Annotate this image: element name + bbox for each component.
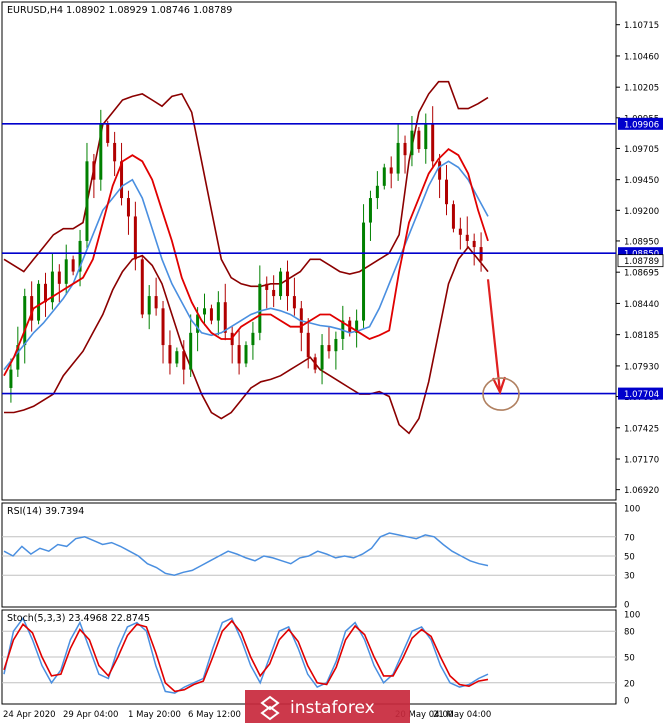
candle-body <box>23 296 27 346</box>
candle-body <box>375 185 379 199</box>
y-tick-label: 1.09705 <box>624 145 659 155</box>
x-tick-label: 29 Apr 04:00 <box>63 710 118 720</box>
candle-body <box>417 130 421 150</box>
rsi-tick-label: 50 <box>624 553 635 563</box>
y-tick-label: 1.09450 <box>624 176 659 186</box>
candle-body <box>472 240 476 248</box>
candle-body <box>216 302 220 321</box>
candle-body <box>403 142 407 156</box>
y-tick-label: 1.10205 <box>624 84 659 94</box>
candle-body <box>292 296 296 309</box>
current-price-label: 1.08789 <box>624 257 659 267</box>
candle-body <box>265 283 269 290</box>
candle-body <box>209 308 213 321</box>
stoch-tick-label: 100 <box>624 611 640 621</box>
candle-body <box>396 142 400 174</box>
candle-body <box>140 259 144 315</box>
candle-body <box>382 167 386 186</box>
candle-body <box>147 296 151 315</box>
candle-body <box>438 161 442 180</box>
x-tick-label: 6 May 12:00 <box>188 710 241 720</box>
y-tick-label: 1.08440 <box>624 300 659 310</box>
candle-body <box>189 332 193 370</box>
stoch-tick-label: 80 <box>624 628 635 638</box>
x-tick-label: 1 May 20:00 <box>128 710 181 720</box>
candle-body <box>445 179 449 205</box>
chart-window: 1.107151.104601.102051.099551.097051.094… <box>0 0 665 723</box>
rsi-tick-label: 0 <box>624 601 629 611</box>
rsi-tick-label: 100 <box>624 505 640 515</box>
chart-canvas: 1.107151.104601.102051.099551.097051.094… <box>1 1 664 723</box>
candle-body <box>279 271 283 297</box>
x-tick-label: 21 May 04:00 <box>433 710 491 720</box>
candle-body <box>126 198 130 217</box>
candle-body <box>99 124 103 180</box>
candle-body <box>451 204 455 229</box>
candle-body <box>320 345 324 370</box>
rsi-header: RSI(14) 39.7394 <box>7 506 84 517</box>
candle-body <box>431 124 435 162</box>
candle-body <box>362 222 366 321</box>
candle-body <box>85 161 89 241</box>
candle-body <box>368 198 372 223</box>
candle-body <box>251 332 255 346</box>
candle-body <box>258 283 262 333</box>
candle-body <box>223 302 227 333</box>
candle-body <box>182 351 186 370</box>
y-tick-label: 1.07170 <box>624 456 659 466</box>
candle-body <box>237 345 241 364</box>
stoch-tick-label: 50 <box>624 654 635 664</box>
stoch-header: Stoch(5,3,3) 23.4968 22.8745 <box>7 613 150 624</box>
y-tick-label: 1.08695 <box>624 269 659 279</box>
instaforex-watermark: instaforex <box>245 690 410 723</box>
y-tick-label: 1.10715 <box>624 21 659 31</box>
level-price-label: 1.09906 <box>624 120 659 130</box>
candle-body <box>306 332 310 358</box>
y-tick-label: 1.09200 <box>624 207 659 217</box>
candle-body <box>161 308 165 346</box>
stoch-tick-label: 20 <box>624 679 635 689</box>
candle-body <box>465 234 469 241</box>
y-tick-label: 1.07425 <box>624 424 659 434</box>
candle-body <box>389 167 393 174</box>
stoch-tick-label: 0 <box>624 697 629 707</box>
rsi-tick-label: 70 <box>624 533 635 543</box>
y-tick-label: 1.08185 <box>624 331 659 341</box>
candle-body <box>334 338 338 352</box>
main-pane-frame <box>1 1 617 501</box>
candle-body <box>244 345 248 364</box>
y-tick-label: 1.07930 <box>624 362 659 372</box>
candle-body <box>327 345 331 352</box>
candle-body <box>37 283 41 321</box>
candle-body <box>203 308 207 315</box>
watermark-text: instaforex <box>290 698 375 718</box>
candle-body <box>458 228 462 235</box>
candle-body <box>64 259 68 284</box>
y-tick-label: 1.10460 <box>624 52 659 62</box>
candle-body <box>424 124 428 150</box>
level-price-label: 1.07704 <box>624 390 659 400</box>
candle-body <box>175 351 179 364</box>
candle-body <box>313 357 317 370</box>
rsi-tick-label: 30 <box>624 572 635 582</box>
candle-body <box>154 296 158 309</box>
candle-body <box>410 130 414 156</box>
candle-body <box>285 271 289 297</box>
candle-body <box>113 142 117 162</box>
y-tick-label: 1.08950 <box>624 237 659 247</box>
candle-body <box>272 289 276 297</box>
candle-body <box>92 161 96 180</box>
candle-body <box>168 345 172 364</box>
symbol-header: EURUSD,H4 1.08902 1.08929 1.08746 1.0878… <box>7 5 232 16</box>
candle-body <box>71 259 75 272</box>
candle-body <box>106 124 110 143</box>
candle-body <box>9 369 13 388</box>
x-tick-label: 24 Apr 2020 <box>3 710 56 720</box>
y-tick-label: 1.06920 <box>624 486 659 496</box>
candle-body <box>57 271 61 284</box>
